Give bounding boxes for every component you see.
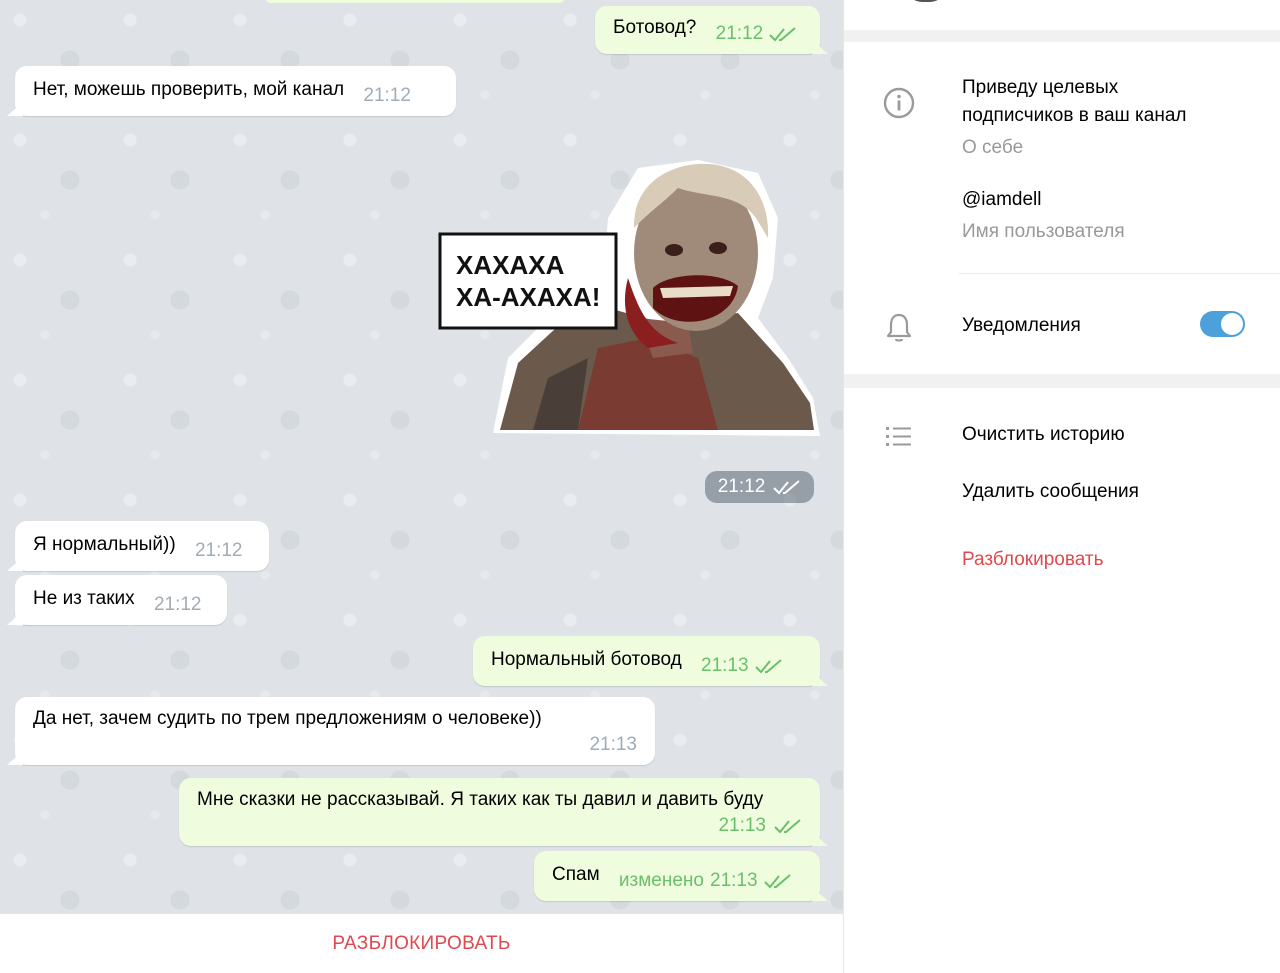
zombie-sticker[interactable]: ХАХАХА ХА-АХАХА! xyxy=(438,158,820,438)
clear-history-button[interactable]: Очистить историю xyxy=(962,424,1125,446)
double-check-icon xyxy=(774,819,801,834)
message-text: Не из таких xyxy=(33,588,135,609)
message-incoming[interactable]: Не из таких 21:12 xyxy=(15,575,227,625)
edited-label: изменено xyxy=(618,870,704,891)
double-check-icon xyxy=(763,874,791,889)
message-outgoing[interactable]: Спам изменено 21:13 xyxy=(534,851,820,901)
message-time: 21:12 xyxy=(194,540,243,561)
sticker-text-line1: ХАХАХА xyxy=(456,250,565,280)
section-separator xyxy=(844,374,1280,388)
bio-line: Приведу целевых xyxy=(962,77,1119,98)
bio-line: подписчиков в ваш канал xyxy=(962,105,1187,126)
message-time: 21:12 xyxy=(363,85,411,106)
message-outgoing[interactable]: Нормальный ботовод 21:13 xyxy=(473,636,820,686)
message-text: Да нет, зачем судить по трем предложения… xyxy=(33,708,542,729)
message-outgoing[interactable]: Ботовод? 21:12 xyxy=(595,6,820,54)
unblock-user-button[interactable]: Разблокировать xyxy=(962,549,1103,571)
message-text: Спам xyxy=(552,864,600,885)
message-time: 21:12 xyxy=(715,23,764,44)
message-time: 21:12 xyxy=(717,476,766,497)
delete-messages-button[interactable]: Удалить сообщения xyxy=(962,481,1139,503)
message-text: Нормальный ботовод xyxy=(491,649,682,670)
bio-caption: О себе xyxy=(962,137,1024,158)
list-icon xyxy=(886,427,911,446)
username-text[interactable]: @iamdell xyxy=(962,186,1041,214)
chat-area: Ботовод? 21:12 Нет, можешь проверить, мо… xyxy=(0,0,843,913)
message-time: 21:13 xyxy=(718,815,766,836)
bell-icon xyxy=(886,313,912,342)
bio-text: Приведу целевых подписчиков в ваш канал xyxy=(962,74,1186,130)
message-text: Ботовод? xyxy=(613,17,697,38)
sticker-time-badge: 21:12 xyxy=(705,471,814,503)
unblock-button[interactable]: РАЗБЛОКИРОВАТЬ xyxy=(332,933,510,955)
unblock-bar: РАЗБЛОКИРОВАТЬ xyxy=(0,913,843,973)
notifications-label: Уведомления xyxy=(962,315,1081,336)
message-outgoing[interactable]: Мне сказки не рассказывай. Я таких как т… xyxy=(179,778,820,846)
message-time: 21:12 xyxy=(153,594,202,615)
message-time: 21:13 xyxy=(710,870,758,891)
username-caption: Имя пользователя xyxy=(962,221,1125,242)
message-text: Нет, можешь проверить, мой канал xyxy=(33,79,345,100)
notifications-toggle[interactable] xyxy=(1200,311,1245,337)
message-text: Я нормальный)) xyxy=(33,534,176,555)
message-time: 21:13 xyxy=(701,655,749,676)
message-text: Мне сказки не рассказывай. Я таких как т… xyxy=(197,789,764,810)
message-incoming[interactable]: Я нормальный)) 21:12 xyxy=(15,521,269,571)
sticker-text-line2: ХА-АХАХА! xyxy=(456,282,600,312)
toggle-knob xyxy=(1221,313,1243,335)
profile-panel: Приведу целевых подписчиков в ваш канал … xyxy=(843,0,1280,973)
double-check-icon xyxy=(754,659,782,674)
double-check-icon xyxy=(769,27,796,42)
message-time: 21:13 xyxy=(589,734,637,755)
previous-message-edge xyxy=(265,0,565,3)
message-incoming[interactable]: Да нет, зачем судить по трем предложения… xyxy=(15,697,655,765)
divider xyxy=(959,273,1280,274)
message-incoming[interactable]: Нет, можешь проверить, мой канал 21:12 xyxy=(15,66,456,116)
section-separator xyxy=(844,30,1280,42)
info-icon xyxy=(883,87,915,119)
avatar-edge xyxy=(906,0,946,2)
double-check-icon xyxy=(773,480,800,495)
